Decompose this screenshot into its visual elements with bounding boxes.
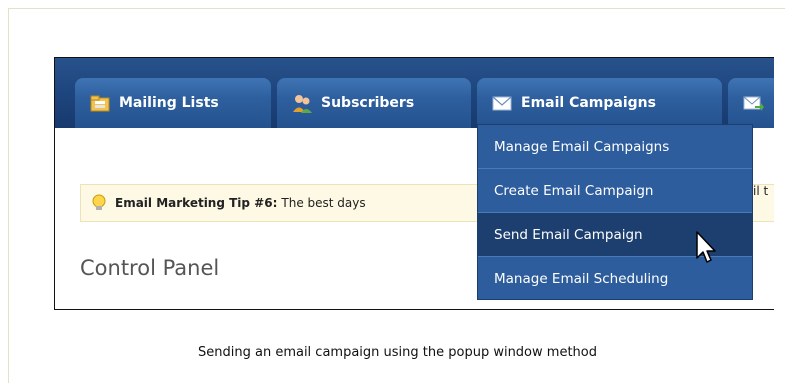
figure-caption: Sending an email campaign using the popu…	[198, 345, 597, 360]
mouse-cursor-icon	[696, 231, 716, 263]
users-icon	[293, 95, 312, 113]
screenshot: Mailing Lists Subscribers Email Campaign…	[54, 57, 774, 310]
top-navbar: Mailing Lists Subscribers Email Campaign…	[55, 58, 774, 128]
tip-text: The best days	[281, 196, 366, 210]
menu-item-manage-campaigns[interactable]: Manage Email Campaigns	[478, 125, 752, 169]
tab-subscribers[interactable]: Subscribers	[277, 78, 471, 128]
envelope-forward-icon	[743, 96, 764, 111]
folder-icon	[90, 95, 110, 112]
tab-partial[interactable]	[728, 78, 774, 128]
tab-label: Subscribers	[321, 95, 415, 111]
page-title: Control Panel	[80, 256, 220, 280]
tab-email-campaigns[interactable]: Email Campaigns	[477, 78, 722, 128]
email-campaigns-menu: Manage Email Campaigns Create Email Camp…	[477, 124, 753, 300]
tip-title: Email Marketing Tip #6:	[115, 196, 278, 210]
tab-mailing-lists[interactable]: Mailing Lists	[75, 78, 271, 128]
lightbulb-icon	[92, 194, 106, 210]
envelope-icon	[492, 96, 512, 111]
tip-text-tail: il t	[753, 184, 769, 198]
figure-frame: Mailing Lists Subscribers Email Campaign…	[8, 8, 785, 383]
menu-item-create-campaign[interactable]: Create Email Campaign	[478, 169, 752, 213]
tab-label: Email Campaigns	[521, 95, 656, 111]
tab-label: Mailing Lists	[119, 95, 219, 111]
